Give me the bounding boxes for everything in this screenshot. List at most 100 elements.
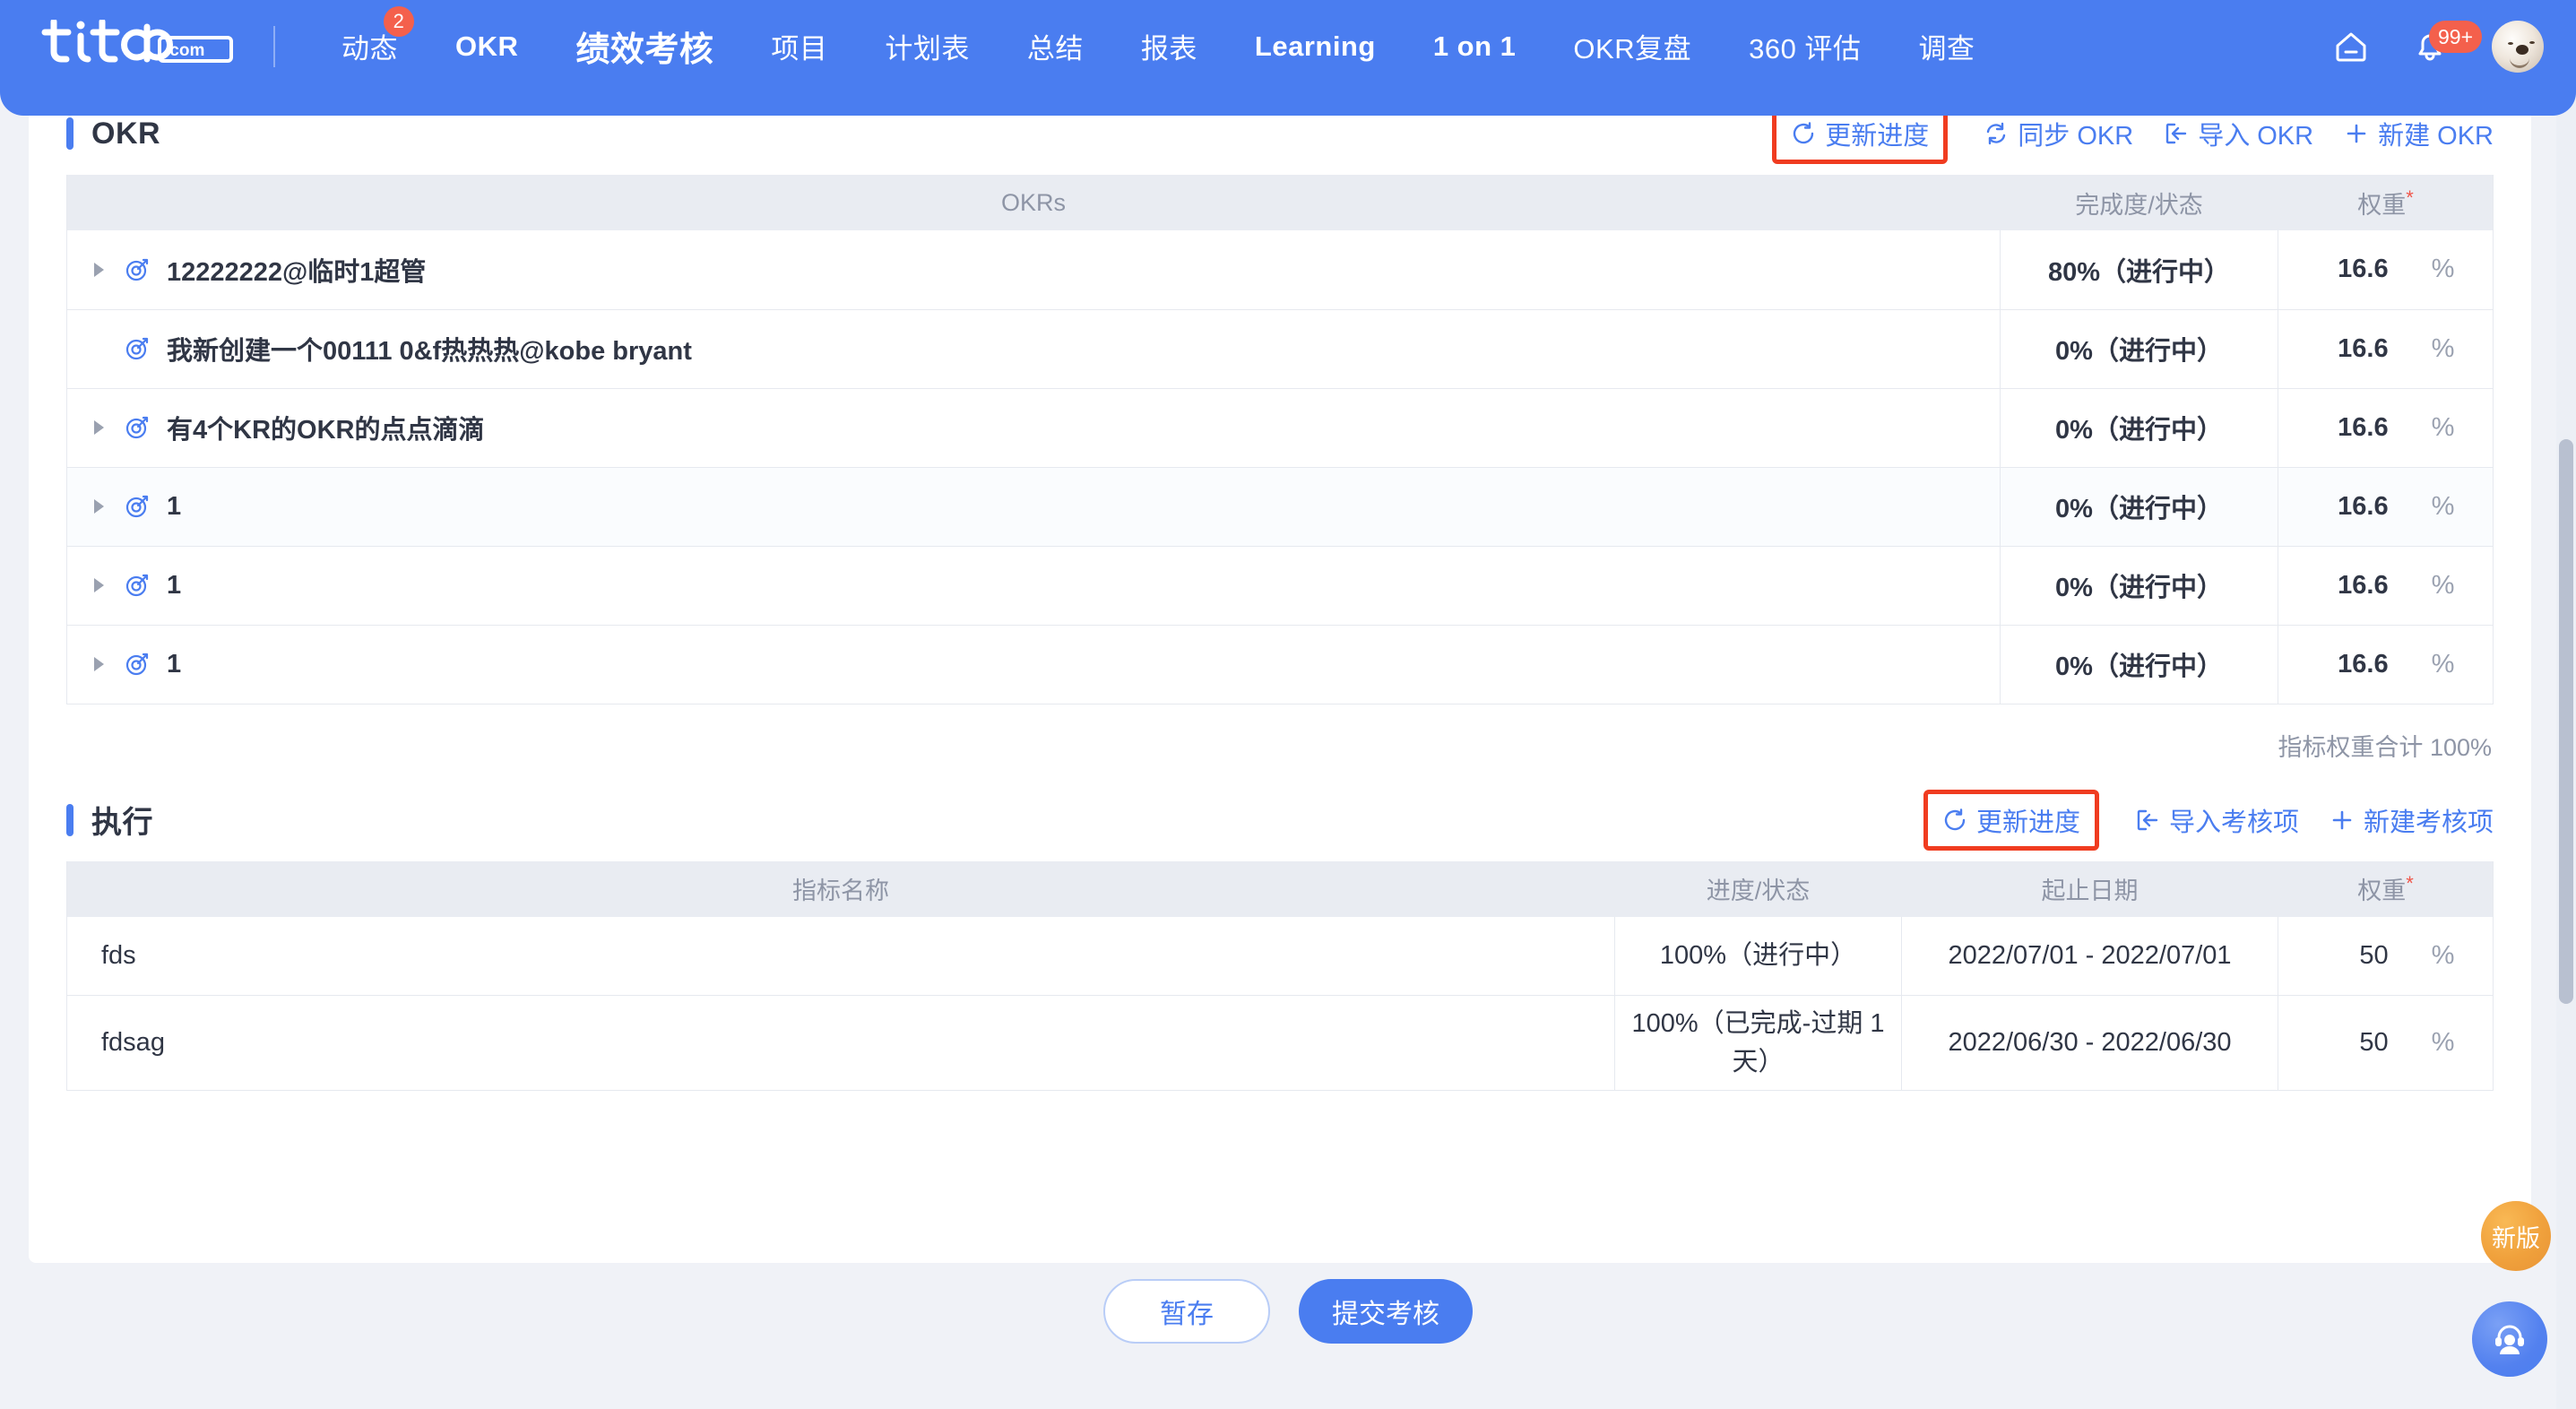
tita-logo[interactable]: .com bbox=[38, 18, 239, 73]
okr-row-weight: 16.6 bbox=[2338, 491, 2389, 521]
exec-import-button[interactable]: 导入考核项 bbox=[2135, 801, 2299, 839]
svg-text:.com: .com bbox=[165, 41, 204, 60]
avatar[interactable] bbox=[2492, 20, 2544, 73]
okr-row-weight-cell[interactable]: 16.6 % bbox=[2278, 546, 2494, 626]
table-row[interactable]: fds 100%（进行中） 2022/07/01 - 2022/07/01 50… bbox=[66, 916, 2494, 996]
expand-caret-icon[interactable] bbox=[94, 262, 104, 277]
exec-create-button[interactable]: 新建考核项 bbox=[2330, 801, 2494, 839]
okr-create-label: 新建 OKR bbox=[2378, 122, 2494, 151]
okr-row-weight-unit: % bbox=[2431, 255, 2455, 284]
okr-row-progress: 0%（进行中） bbox=[2000, 309, 2278, 389]
expand-caret-icon[interactable] bbox=[94, 420, 104, 435]
bell-badge-count: 99+ bbox=[2429, 20, 2483, 53]
nav-item-summary[interactable]: 总结 bbox=[998, 26, 1112, 66]
okr-row-weight-unit: % bbox=[2431, 333, 2455, 363]
exec-row-weight-cell[interactable]: 50 % bbox=[2278, 996, 2494, 1091]
nav-item-report[interactable]: 报表 bbox=[1112, 26, 1226, 66]
table-row[interactable]: 有4个KR的OKR的点点滴滴 0%（进行中） 16.6 % bbox=[66, 388, 2494, 468]
exec-row-name: fds bbox=[66, 916, 1615, 996]
okr-import-button[interactable]: 导入 OKR bbox=[2164, 115, 2313, 152]
okr-row-title: 12222222@临时1超管 bbox=[167, 257, 427, 287]
okr-create-button[interactable]: 新建 OKR bbox=[2344, 115, 2494, 152]
exec-section-header: 执行 更新进度 导入考核项 新建考核项 bbox=[66, 779, 2494, 861]
exec-table: 指标名称 进度/状态 起止日期 权重* fds 100%（进行中） 2022/0… bbox=[66, 860, 2494, 1091]
exec-section-title: 执行 bbox=[91, 806, 153, 840]
nav-item-okr[interactable]: OKR bbox=[427, 30, 547, 63]
okr-row-weight-cell[interactable]: 16.6 % bbox=[2278, 625, 2494, 704]
nav-item-survey[interactable]: 调查 bbox=[1889, 26, 2003, 66]
okr-row-weight-cell[interactable]: 16.6 % bbox=[2278, 309, 2494, 389]
okr-update-progress-label: 更新进度 bbox=[1825, 122, 1930, 151]
table-row[interactable]: 12222222@临时1超管 80%（进行中） 16.6 % bbox=[66, 230, 2494, 310]
okr-table-body: 12222222@临时1超管 80%（进行中） 16.6 % 我新创建一个001… bbox=[66, 230, 2494, 704]
nav-item-dongtai[interactable]: 动态 2 bbox=[313, 6, 427, 66]
okr-row-progress: 0%（进行中） bbox=[2000, 546, 2278, 626]
exec-row-weight-unit: % bbox=[2431, 1028, 2455, 1057]
okr-row-weight-unit: % bbox=[2431, 649, 2455, 679]
table-row[interactable]: 1 0%（进行中） 16.6 % bbox=[66, 467, 2494, 547]
objective-target-icon bbox=[124, 256, 151, 283]
exec-import-label: 导入考核项 bbox=[2168, 808, 2299, 837]
refresh-icon bbox=[1794, 122, 1814, 144]
section-accent-bar bbox=[66, 117, 73, 150]
okr-row-weight-unit: % bbox=[2431, 412, 2455, 442]
nav-item-learning[interactable]: Learning bbox=[1226, 30, 1405, 63]
okr-sync-button[interactable]: 同步 OKR bbox=[1984, 115, 2133, 152]
okr-row-title: 1 bbox=[167, 491, 182, 521]
support-chat-button[interactable] bbox=[2472, 1301, 2547, 1377]
okr-weight-total: 指标权重合计 100% bbox=[2278, 733, 2492, 761]
okr-import-label: 导入 OKR bbox=[2198, 122, 2314, 151]
exec-row-dates[interactable]: 2022/07/01 - 2022/07/01 bbox=[1901, 916, 2278, 996]
exec-update-progress-label: 更新进度 bbox=[1975, 808, 2080, 837]
nav-item-plan[interactable]: 计划表 bbox=[856, 26, 998, 66]
okr-row-title: 1 bbox=[167, 649, 182, 679]
save-draft-button[interactable]: 暂存 bbox=[1103, 1279, 1270, 1344]
nav-item-project[interactable]: 项目 bbox=[742, 26, 856, 66]
expand-caret-icon[interactable] bbox=[94, 657, 104, 671]
page-scrollbar-thumb[interactable] bbox=[2559, 439, 2573, 1004]
expand-caret-icon[interactable] bbox=[94, 578, 104, 592]
objective-target-icon bbox=[124, 414, 151, 441]
section-accent-bar bbox=[66, 803, 73, 836]
nav-item-360-review[interactable]: 360 评估 bbox=[1720, 26, 1889, 66]
table-row[interactable]: 1 0%（进行中） 16.6 % bbox=[66, 546, 2494, 626]
nav-badge-dongtai: 2 bbox=[384, 6, 414, 37]
exec-table-header: 指标名称 进度/状态 起止日期 权重* bbox=[66, 860, 2494, 917]
okr-row-weight-cell[interactable]: 16.6 % bbox=[2278, 230, 2494, 310]
okr-sync-label: 同步 OKR bbox=[2018, 122, 2134, 151]
exec-row-weight: 50 bbox=[2359, 1028, 2389, 1057]
exec-update-progress-button[interactable]: 更新进度 bbox=[1923, 789, 2099, 851]
objective-target-icon bbox=[124, 651, 151, 678]
nav-item-okr-review[interactable]: OKR复盘 bbox=[1544, 26, 1720, 66]
home-icon[interactable] bbox=[2323, 19, 2379, 74]
okr-row-weight: 16.6 bbox=[2338, 255, 2389, 284]
exec-row-weight-unit: % bbox=[2431, 940, 2455, 970]
okr-row-weight-cell[interactable]: 16.6 % bbox=[2278, 467, 2494, 547]
table-row[interactable]: fdsag 100%（已完成-过期 1天） 2022/06/30 - 2022/… bbox=[66, 995, 2494, 1091]
table-row[interactable]: 我新创建一个00111 0&f热热热@kobe bryant 0%（进行中） 1… bbox=[66, 309, 2494, 389]
objective-target-icon bbox=[124, 572, 151, 599]
okr-row-weight: 16.6 bbox=[2338, 570, 2389, 600]
okr-row-progress: 0%（进行中） bbox=[2000, 467, 2278, 547]
okr-col-progress: 完成度/状态 bbox=[2000, 175, 2278, 230]
okr-table-header: OKRs 完成度/状态 权重* bbox=[66, 175, 2494, 230]
nav-item-performance[interactable]: 绩效考核 bbox=[547, 22, 742, 71]
nav-item-one-on-one[interactable]: 1 on 1 bbox=[1405, 30, 1545, 63]
table-row[interactable]: 1 0%（进行中） 16.6 % bbox=[66, 625, 2494, 704]
okr-row-weight: 16.6 bbox=[2338, 649, 2389, 679]
submit-review-button[interactable]: 提交考核 bbox=[1299, 1279, 1473, 1344]
okr-col-okrs: OKRs bbox=[66, 175, 2001, 230]
okr-row-progress: 0%（进行中） bbox=[2000, 625, 2278, 704]
exec-row-weight-cell[interactable]: 50 % bbox=[2278, 916, 2494, 996]
expand-caret-icon[interactable] bbox=[94, 499, 104, 514]
sync-icon bbox=[1987, 122, 2006, 145]
okr-row-title: 我新创建一个00111 0&f热热热@kobe bryant bbox=[167, 337, 692, 366]
new-version-button[interactable]: 新版 bbox=[2481, 1201, 2551, 1271]
bell-icon[interactable]: 99+ bbox=[2402, 19, 2483, 74]
main-content-card: OKR 更新进度 同步 OKR 导入 OKR 新建 OKR OKRs 完成度/状… bbox=[29, 92, 2531, 1263]
exec-table-body: fds 100%（进行中） 2022/07/01 - 2022/07/01 50… bbox=[66, 916, 2494, 1091]
plus-icon bbox=[2347, 124, 2366, 143]
objective-target-icon bbox=[124, 493, 151, 520]
exec-row-dates[interactable]: 2022/06/30 - 2022/06/30 bbox=[1901, 995, 2278, 1091]
okr-row-weight-cell[interactable]: 16.6 % bbox=[2278, 388, 2494, 468]
